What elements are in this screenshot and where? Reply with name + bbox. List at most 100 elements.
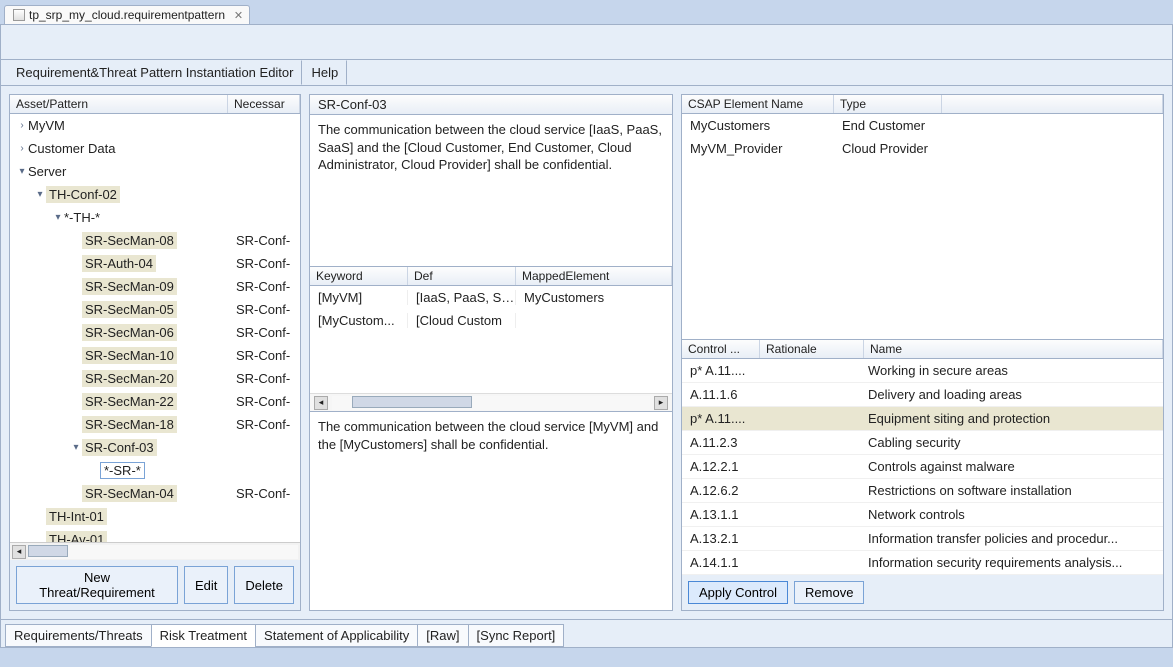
control-row[interactable]: A.13.2.1Information transfer policies an…	[682, 527, 1163, 551]
col-csap-type[interactable]: Type	[834, 95, 942, 113]
keyword-row[interactable]: [MyVM][IaaS, PaaS, SaaMyCustomers	[310, 286, 672, 309]
remove-control-button[interactable]: Remove	[794, 581, 864, 604]
keyword-hscroll[interactable]: ◂ ▸	[310, 393, 672, 411]
col-mapped[interactable]: MappedElement	[516, 267, 672, 285]
tree-label: SR-SecMan-06	[82, 324, 177, 341]
col-name[interactable]: Name	[864, 340, 1163, 358]
scroll-track[interactable]	[28, 545, 298, 559]
csap-row[interactable]: MyVM_ProviderCloud Provider	[682, 137, 1163, 160]
tree-item[interactable]: ▾Server	[10, 160, 300, 183]
tree-item[interactable]: ▾TH-Conf-02	[10, 183, 300, 206]
cell: [MyVM]	[310, 290, 408, 305]
scroll-thumb[interactable]	[352, 396, 472, 408]
tree-item[interactable]: SR-SecMan-22SR-Conf-	[10, 390, 300, 413]
scroll-left-icon[interactable]: ◂	[12, 545, 26, 559]
keyword-row[interactable]: [MyCustom...[Cloud Custom	[310, 309, 672, 332]
tree-item[interactable]: TH-Int-01	[10, 505, 300, 528]
tree-label: MyVM	[28, 118, 65, 133]
cell: Information transfer policies and proced…	[864, 531, 1163, 546]
tree-value: SR-Conf-	[228, 486, 290, 501]
tree-item[interactable]: SR-SecMan-05SR-Conf-	[10, 298, 300, 321]
control-row[interactable]: A.13.1.1Network controls	[682, 503, 1163, 527]
tree-item[interactable]: SR-SecMan-18 SR-Conf-	[10, 413, 300, 436]
tree-header: Asset/Pattern Necessar	[10, 95, 300, 114]
menu-bar: Requirement&Threat Pattern Instantiation…	[0, 60, 1173, 86]
control-row[interactable]: p* A.11....Working in secure areas	[682, 359, 1163, 383]
control-row[interactable]: A.12.6.2Restrictions on software install…	[682, 479, 1163, 503]
editor-tab-bar: tp_srp_my_cloud.requirementpattern ✕	[0, 0, 1173, 24]
tree-label: SR-Conf-03	[82, 439, 157, 456]
col-control[interactable]: Control ...	[682, 340, 760, 358]
close-tab-icon[interactable]: ✕	[234, 9, 243, 22]
col-keyword[interactable]: Keyword	[310, 267, 408, 285]
tree-label: SR-SecMan-18	[82, 416, 177, 433]
controls-table: Control ... Rationale Name p* A.11....Wo…	[682, 340, 1163, 610]
tree-hscroll[interactable]: ◂	[10, 542, 300, 560]
bottom-tab-bar: Requirements/ThreatsRisk TreatmentStatem…	[0, 620, 1173, 648]
tree-item[interactable]: TH-Av-01	[10, 528, 300, 542]
control-row[interactable]: A.11.1.6Delivery and loading areas	[682, 383, 1163, 407]
control-row[interactable]: p* A.11....Equipment siting and protecti…	[682, 407, 1163, 431]
tree-label: *-TH-*	[64, 210, 100, 225]
cell: A.11.2.3	[682, 435, 760, 450]
control-row[interactable]: A.14.1.1Information security requirement…	[682, 551, 1163, 575]
tree-item[interactable]: SR-SecMan-09 SR-Conf-	[10, 275, 300, 298]
scroll-track[interactable]	[332, 396, 650, 410]
tree-item[interactable]: SR-SecMan-04SR-Conf-	[10, 482, 300, 505]
tree-item[interactable]: ›Customer Data	[10, 137, 300, 160]
controls-rows[interactable]: p* A.11....Working in secure areasA.11.1…	[682, 359, 1163, 575]
tree-item[interactable]: ▾SR-Conf-03	[10, 436, 300, 459]
col-csap-name[interactable]: CSAP Element Name	[682, 95, 834, 113]
bottom-tab[interactable]: Statement of Applicability	[255, 624, 418, 647]
new-threat-button[interactable]: New Threat/Requirement	[16, 566, 178, 604]
tree-value: SR-Conf-	[228, 417, 290, 432]
col-rationale[interactable]: Rationale	[760, 340, 864, 358]
scroll-thumb[interactable]	[28, 545, 68, 557]
col-def[interactable]: Def	[408, 267, 516, 285]
tree-item[interactable]: SR-SecMan-06SR-Conf-	[10, 321, 300, 344]
col-necessary[interactable]: Necessar	[228, 95, 300, 113]
tree-label: TH-Av-01	[46, 531, 107, 542]
menu-editor[interactable]: Requirement&Threat Pattern Instantiation…	[7, 60, 302, 85]
expander-icon[interactable]: ▾	[70, 442, 82, 453]
bottom-tab[interactable]: Risk Treatment	[151, 624, 256, 647]
delete-button[interactable]: Delete	[234, 566, 294, 604]
expander-icon[interactable]: ▾	[16, 166, 28, 177]
tree-item[interactable]: SR-SecMan-20SR-Conf-	[10, 367, 300, 390]
tree-item[interactable]: *-SR-*	[10, 459, 300, 482]
control-row[interactable]: A.12.2.1Controls against malware	[682, 455, 1163, 479]
right-panel: CSAP Element Name Type MyCustomersEnd Cu…	[681, 94, 1164, 611]
detail-panel: SR-Conf-03 The communication between the…	[309, 94, 673, 611]
apply-control-button[interactable]: Apply Control	[688, 581, 788, 604]
detail-title: SR-Conf-03	[310, 95, 672, 115]
tree-value: SR-Conf-	[228, 394, 290, 409]
csap-rows[interactable]: MyCustomersEnd CustomerMyVM_ProviderClou…	[682, 114, 1163, 339]
tree-item[interactable]: SR-Auth-04SR-Conf-	[10, 252, 300, 275]
tree-item[interactable]: ›MyVM	[10, 114, 300, 137]
control-row[interactable]: A.11.2.3Cabling security	[682, 431, 1163, 455]
tree-label: SR-SecMan-09	[82, 278, 177, 295]
scroll-right-icon[interactable]: ▸	[654, 396, 668, 410]
bottom-tab[interactable]: [Sync Report]	[468, 624, 565, 647]
menu-help[interactable]: Help	[302, 60, 347, 85]
col-asset-pattern[interactable]: Asset/Pattern	[10, 95, 228, 113]
asset-tree[interactable]: ›MyVM›Customer Data▾Server▾TH-Conf-02▾*-…	[10, 114, 300, 542]
tree-item[interactable]: ▾*-TH-*	[10, 206, 300, 229]
bottom-tab[interactable]: Requirements/Threats	[5, 624, 152, 647]
editor-tab[interactable]: tp_srp_my_cloud.requirementpattern ✕	[4, 5, 250, 24]
expander-icon[interactable]: ›	[16, 143, 28, 154]
tree-item[interactable]: SR-SecMan-10SR-Conf-	[10, 344, 300, 367]
cell: Equipment siting and protection	[864, 411, 1163, 426]
bottom-tab[interactable]: [Raw]	[417, 624, 468, 647]
tree-value: SR-Conf-	[228, 279, 290, 294]
tree-value: SR-Conf-	[228, 302, 290, 317]
expander-icon[interactable]: ▾	[52, 212, 64, 223]
csap-row[interactable]: MyCustomersEnd Customer	[682, 114, 1163, 137]
tree-label: TH-Conf-02	[46, 186, 120, 203]
keyword-rows[interactable]: [MyVM][IaaS, PaaS, SaaMyCustomers[MyCust…	[310, 286, 672, 393]
tree-item[interactable]: SR-SecMan-08SR-Conf-	[10, 229, 300, 252]
expander-icon[interactable]: ▾	[34, 189, 46, 200]
expander-icon[interactable]: ›	[16, 120, 28, 131]
edit-button[interactable]: Edit	[184, 566, 228, 604]
scroll-left-icon[interactable]: ◂	[314, 396, 328, 410]
